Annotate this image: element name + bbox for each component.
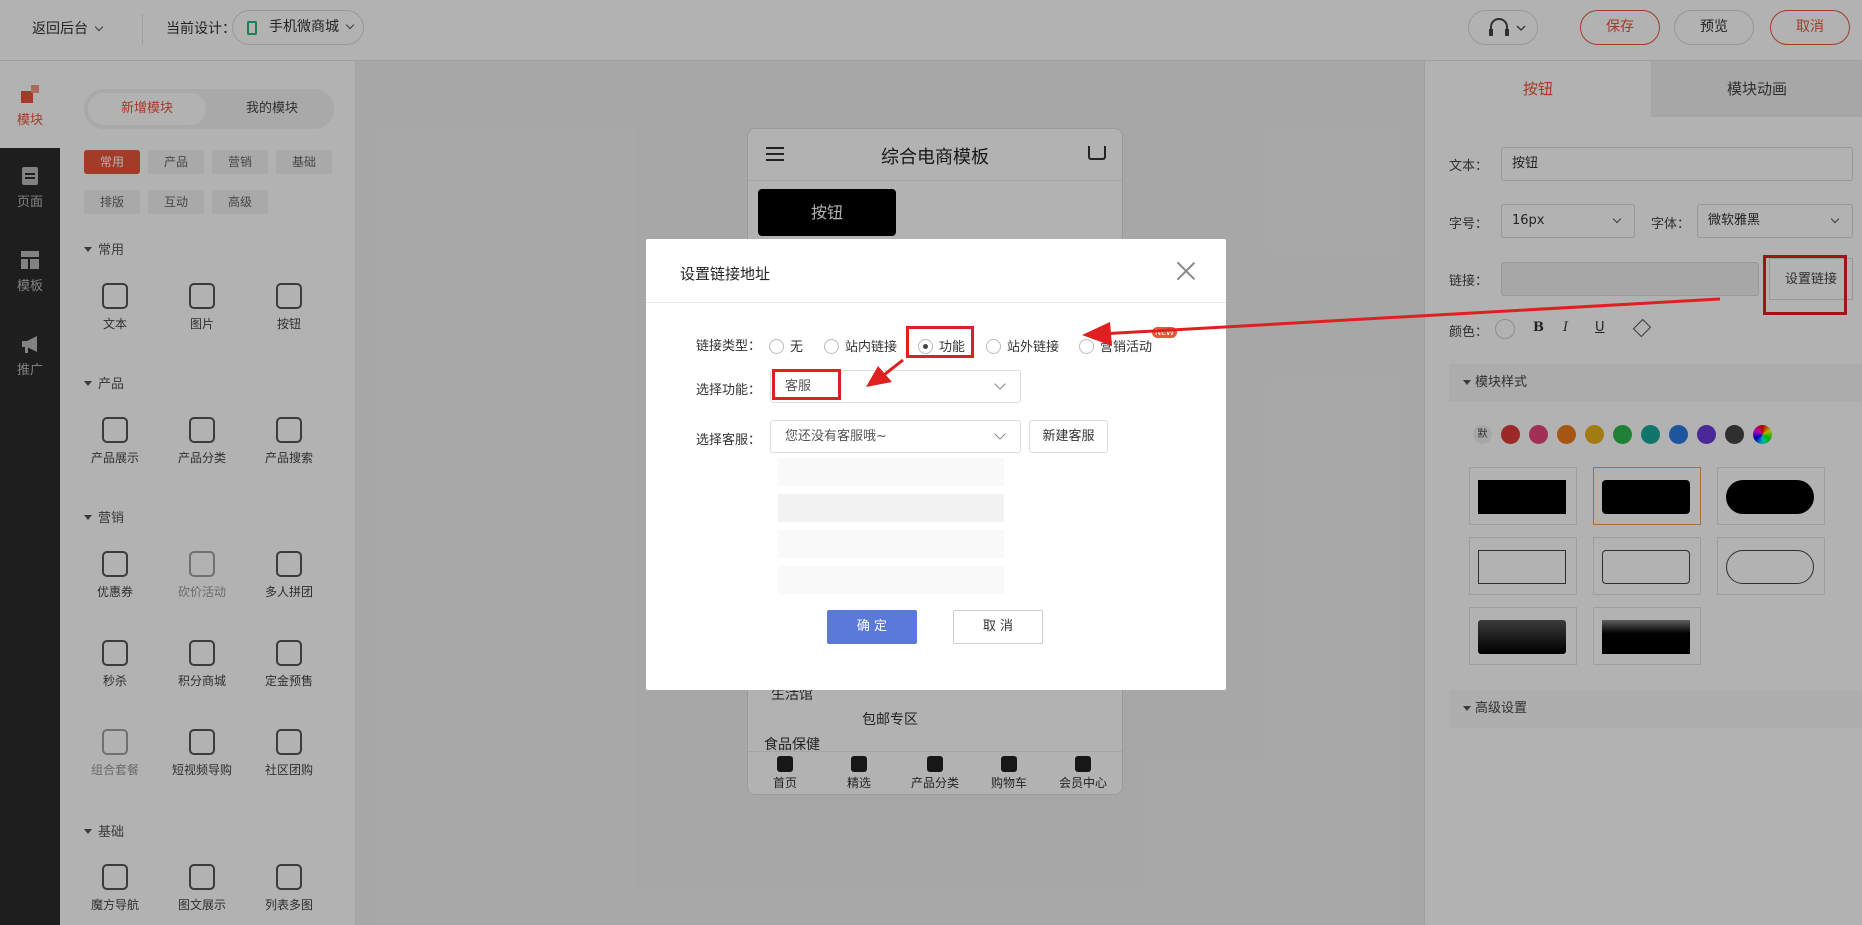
close-icon[interactable] xyxy=(1176,261,1196,281)
radio-circle xyxy=(1079,339,1094,354)
service-select[interactable]: 您还没有客服哦~ xyxy=(770,420,1021,453)
radio-external-link[interactable]: 站外链接 xyxy=(986,336,1059,355)
chevron-down-icon xyxy=(994,428,1006,440)
new-badge: NEW xyxy=(1152,327,1177,338)
dropdown-ghost-row xyxy=(778,458,1004,486)
new-service-button[interactable]: 新建客服 xyxy=(1029,420,1108,453)
radio-circle xyxy=(769,339,784,354)
radio-label: 无 xyxy=(790,340,804,355)
radio-label: 营销活动 xyxy=(1100,340,1153,355)
confirm-button[interactable]: 确 定 xyxy=(827,610,917,644)
radio-marketing-activity[interactable]: 营销活动 xyxy=(1079,336,1152,355)
radio-label: 站内链接 xyxy=(845,340,898,355)
radio-circle xyxy=(986,339,1001,354)
dialog-title: 设置链接地址 xyxy=(680,265,771,283)
chevron-down-icon xyxy=(994,378,1006,390)
function-select-label: 选择功能： xyxy=(696,383,762,398)
highlight-function-option xyxy=(906,326,974,358)
dropdown-ghost-row xyxy=(778,494,1004,522)
dialog-cancel-button[interactable]: 取 消 xyxy=(953,610,1043,644)
service-select-label: 选择客服： xyxy=(696,433,762,448)
highlight-function-value xyxy=(772,369,841,400)
dropdown-ghost-row xyxy=(778,566,1004,594)
radio-label: 站外链接 xyxy=(1007,340,1060,355)
service-placeholder: 您还没有客服哦~ xyxy=(785,429,887,444)
radio-internal-link[interactable]: 站内链接 xyxy=(824,336,897,355)
app-root: 返回后台 当前设计： 手机微商城 保存 预览 取消 模块 页面 模板 推广 新增… xyxy=(0,0,1862,925)
radio-circle xyxy=(824,339,839,354)
radio-none[interactable]: 无 xyxy=(769,336,803,355)
dialog-divider xyxy=(646,302,1226,303)
link-type-label: 链接类型： xyxy=(696,339,762,354)
dropdown-ghost-row xyxy=(778,530,1004,558)
